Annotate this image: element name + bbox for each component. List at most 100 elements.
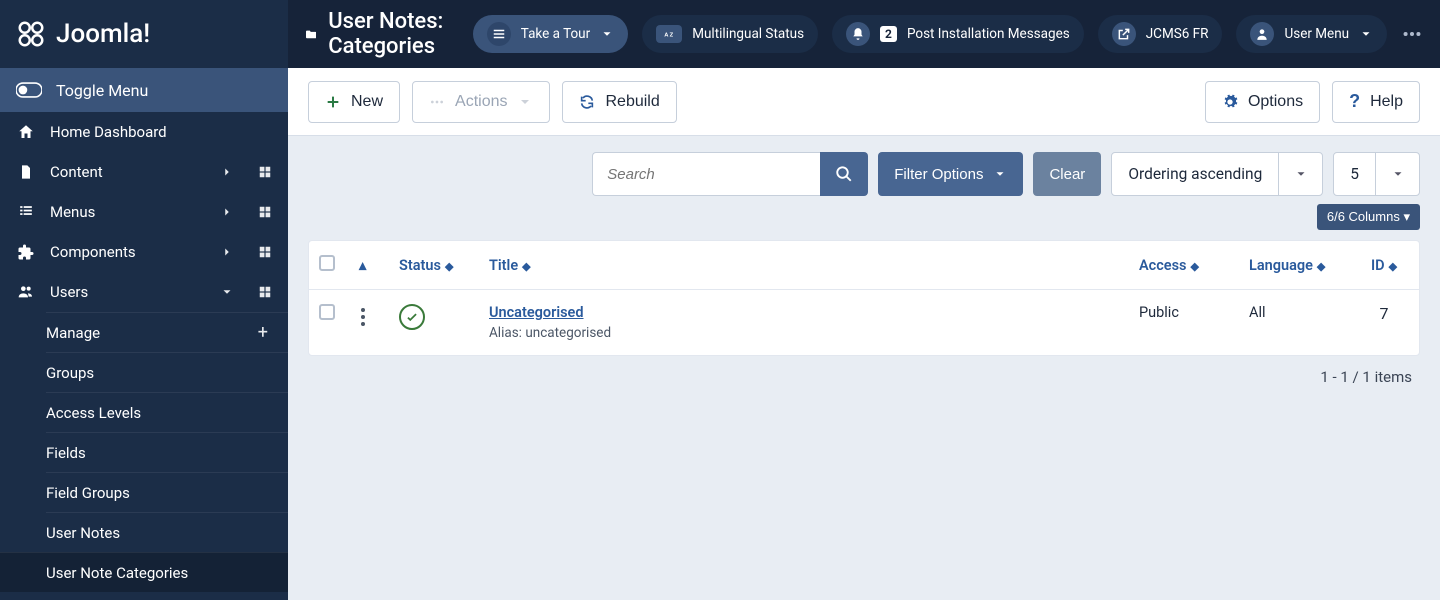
- chevron-down-icon: [1359, 27, 1373, 41]
- search-input[interactable]: [592, 152, 820, 196]
- chevron-right-icon: [220, 205, 234, 219]
- pill-label: Post Installation Messages: [907, 26, 1070, 42]
- sidebar-sub-usernotes[interactable]: User Notes: [46, 512, 288, 552]
- svg-text:A: A: [665, 32, 669, 38]
- site-link-button[interactable]: JCMS6 FR: [1098, 15, 1223, 53]
- sort-icon: ◆: [1191, 260, 1199, 273]
- header-label: Access: [1139, 257, 1187, 274]
- grid-icon[interactable]: [258, 285, 272, 299]
- sidebar-item-home[interactable]: Home Dashboard: [0, 112, 288, 152]
- chevron-down-icon: [1375, 153, 1419, 195]
- question-icon: ?: [1349, 91, 1360, 112]
- row-id: 7: [1380, 304, 1389, 323]
- sidebar-item-label: Groups: [46, 364, 94, 382]
- status-published-icon[interactable]: [399, 304, 425, 330]
- sidebar-sub-fieldgroups[interactable]: Field Groups: [46, 472, 288, 512]
- row-title-link[interactable]: Uncategorised: [489, 304, 584, 321]
- row-actions-button[interactable]: [359, 304, 379, 330]
- filter-bar: Filter Options Clear Ordering ascending …: [288, 136, 1440, 204]
- status-header[interactable]: Status◆: [389, 241, 479, 290]
- sort-asc-icon: ▴: [359, 257, 366, 274]
- ellipsis-icon: [429, 94, 445, 110]
- sidebar-sub-usernote-categories[interactable]: User Note Categories: [0, 552, 288, 592]
- caret-down-icon: ▾: [1403, 209, 1410, 224]
- user-icon: [1250, 22, 1274, 46]
- sidebar-item-menus[interactable]: Menus: [0, 192, 288, 232]
- puzzle-icon: [16, 243, 36, 261]
- select-label: Ordering ascending: [1112, 153, 1278, 195]
- header-label: ID: [1371, 257, 1385, 274]
- button-label: New: [351, 93, 383, 111]
- filter-options-button[interactable]: Filter Options: [878, 152, 1023, 196]
- sidebar-sub-fields[interactable]: Fields: [46, 432, 288, 472]
- chevron-right-icon: [220, 245, 234, 259]
- gear-icon: [1222, 94, 1238, 110]
- sidebar-item-label: Manage: [46, 324, 100, 342]
- chevron-down-icon: [993, 167, 1007, 181]
- limit-select[interactable]: 5: [1333, 152, 1420, 196]
- language-icon: AZ: [656, 25, 682, 43]
- row-access: Public: [1139, 304, 1179, 321]
- new-button[interactable]: New: [308, 81, 400, 123]
- sidebar-sub-access[interactable]: Access Levels: [46, 392, 288, 432]
- button-label: Actions: [455, 93, 507, 111]
- help-button[interactable]: ? Help: [1332, 81, 1420, 123]
- page-title-text: User Notes: Categories: [328, 9, 445, 59]
- checkbox[interactable]: [319, 255, 335, 271]
- sidebar-item-users[interactable]: Users: [0, 272, 288, 312]
- main-area: User Notes: Categories Take a Tour AZ Mu…: [288, 0, 1440, 600]
- chevron-down-icon: [1278, 153, 1322, 195]
- row-alias: Alias: uncategorised: [489, 325, 1119, 341]
- plus-icon: [325, 94, 341, 110]
- tour-icon: [487, 22, 511, 46]
- pill-label: JCMS6 FR: [1146, 26, 1209, 42]
- grid-icon[interactable]: [258, 165, 272, 179]
- language-header[interactable]: Language◆: [1239, 241, 1349, 290]
- sidebar-sub-groups[interactable]: Groups: [46, 352, 288, 392]
- ordering-header[interactable]: ▴: [349, 241, 389, 290]
- title-header[interactable]: Title◆: [479, 241, 1129, 290]
- header: User Notes: Categories Take a Tour AZ Mu…: [288, 0, 1440, 68]
- id-header[interactable]: ID ◆: [1349, 241, 1419, 290]
- plus-icon[interactable]: +: [258, 322, 268, 343]
- ellipsis-icon: [1401, 23, 1423, 45]
- joomla-icon: [16, 19, 46, 49]
- more-button[interactable]: [1401, 15, 1423, 53]
- button-label: 6/6 Columns: [1327, 209, 1400, 224]
- user-menu-button[interactable]: User Menu: [1236, 15, 1387, 53]
- brand-logo[interactable]: Joomla!: [0, 0, 288, 68]
- multilingual-button[interactable]: AZ Multilingual Status: [642, 15, 818, 53]
- refresh-icon: [579, 94, 595, 110]
- page-title: User Notes: Categories: [306, 9, 445, 59]
- sidebar-item-components[interactable]: Components: [0, 232, 288, 272]
- chevron-right-icon: [220, 165, 234, 179]
- sort-icon: ◆: [1389, 260, 1397, 273]
- grid-icon[interactable]: [258, 245, 272, 259]
- search-group: [592, 152, 868, 196]
- sort-select[interactable]: Ordering ascending: [1111, 152, 1323, 196]
- sidebar-item-label: Users: [50, 283, 206, 301]
- sidebar-item-content[interactable]: Content: [0, 152, 288, 192]
- rebuild-button[interactable]: Rebuild: [562, 81, 676, 123]
- bell-icon: [846, 22, 870, 46]
- grid-icon[interactable]: [258, 205, 272, 219]
- select-all-header[interactable]: [309, 241, 349, 290]
- options-button[interactable]: Options: [1205, 81, 1320, 123]
- toggle-label: Toggle Menu: [56, 81, 148, 100]
- post-install-button[interactable]: 2 Post Installation Messages: [832, 15, 1084, 53]
- row-checkbox[interactable]: [319, 304, 335, 320]
- search-button[interactable]: [820, 152, 868, 196]
- toggle-menu-button[interactable]: Toggle Menu: [0, 68, 288, 112]
- access-header[interactable]: Access ◆: [1129, 241, 1239, 290]
- header-label: Language: [1249, 257, 1313, 274]
- list-icon: [16, 205, 36, 219]
- pill-label: Take a Tour: [521, 26, 590, 42]
- header-label: Title: [489, 257, 518, 274]
- sidebar-sub-manage[interactable]: Manage +: [46, 312, 288, 352]
- take-tour-button[interactable]: Take a Tour: [473, 15, 628, 53]
- columns-toggle-button[interactable]: 6/6 Columns ▾: [1317, 204, 1420, 230]
- clear-button[interactable]: Clear: [1033, 152, 1101, 196]
- button-label: Rebuild: [605, 93, 659, 111]
- chevron-down-icon: [220, 285, 234, 299]
- actions-button[interactable]: Actions: [412, 81, 550, 123]
